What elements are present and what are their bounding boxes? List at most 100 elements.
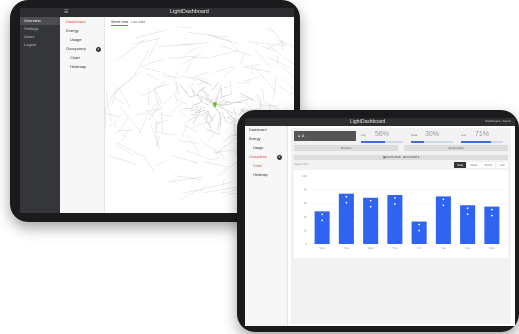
bar-marker: [418, 223, 421, 226]
map-road: [117, 87, 131, 108]
map-road: [269, 26, 285, 46]
app-title: LightDashboard: [350, 119, 386, 125]
nav-item-dashboard[interactable]: Dashboard: [245, 126, 287, 135]
bar[interactable]: [435, 196, 451, 244]
nav-panel: Dashboard Energy Usage Occupancy 6 Chart …: [245, 126, 288, 326]
sidebar-item[interactable]: Overview: [20, 17, 60, 25]
bar[interactable]: [314, 211, 330, 244]
map-road: [183, 124, 198, 133]
map-road: [221, 111, 227, 123]
map-road: [175, 82, 178, 95]
map-road: [207, 132, 216, 143]
tab-year[interactable]: Year: [496, 162, 508, 168]
map-road: [176, 26, 192, 29]
nav-item-chart[interactable]: Chart: [60, 53, 104, 62]
map-location-pin-icon[interactable]: [213, 102, 217, 108]
kpi-progress-fill: [361, 141, 385, 143]
bar[interactable]: [387, 195, 403, 244]
tab-live-data[interactable]: Live data: [131, 20, 145, 24]
map-road: [201, 110, 209, 117]
bar-marker: [490, 214, 493, 217]
menu-icon[interactable]: ☰: [64, 9, 68, 15]
bar-marker: [442, 198, 445, 201]
sidebar-item[interactable]: Settings: [20, 25, 60, 33]
nav-item-occupancy[interactable]: Occupancy 6: [60, 44, 104, 53]
nav-item-dashboard[interactable]: Dashboard: [60, 17, 104, 26]
sidebar: Overview Settings Users Logout: [20, 17, 60, 213]
map-road: [220, 84, 223, 99]
search-input[interactable]: Search floor: [294, 162, 309, 166]
nav-panel: Dashboard Energy Usage Occupancy 6 Chart …: [60, 17, 105, 213]
nav-item-energy[interactable]: Energy: [60, 26, 104, 35]
x-tick-label: Mon: [489, 246, 495, 250]
bar-marker: [393, 203, 396, 205]
map-road: [148, 102, 161, 121]
map-road: [200, 140, 223, 156]
map-road: [160, 95, 173, 107]
map-road: [149, 106, 163, 116]
map-road: [157, 44, 195, 47]
nav-item-occupancy[interactable]: Occupancy 6: [245, 153, 287, 162]
map-road: [116, 141, 144, 158]
map-road: [134, 49, 150, 75]
y-tick-label: 40: [304, 215, 308, 219]
nav-item-heatmap[interactable]: Heatmap: [60, 62, 104, 71]
map-road: [139, 58, 164, 68]
map-road: [146, 108, 162, 112]
date-range-picker[interactable]: ▦ 03.03.2018 - 08.03.2018 ▾: [294, 155, 508, 160]
bar-marker: [369, 199, 372, 202]
map-road: [114, 121, 116, 128]
map-road: [281, 77, 294, 90]
map-road: [144, 68, 161, 72]
tab-month[interactable]: Month: [481, 162, 496, 168]
map-road: [111, 88, 118, 106]
kpi-progress: [411, 141, 453, 143]
map-road: [146, 73, 159, 81]
map-road: [186, 135, 200, 153]
map-road: [198, 86, 206, 92]
all-floors-button[interactable]: All floors: [294, 145, 398, 151]
nav-item-heatmap[interactable]: Heatmap: [245, 171, 287, 180]
bar-marker: [466, 207, 469, 210]
nav-item-usage[interactable]: Usage: [245, 144, 287, 153]
map-road: [156, 132, 175, 136]
map-road: [105, 90, 112, 122]
map-road: [214, 87, 222, 102]
nav-label: Chart: [253, 164, 262, 168]
tab-week[interactable]: Week: [467, 162, 481, 168]
map-road: [192, 111, 201, 124]
filter-bar: Search floor Daily Week Month Year: [294, 162, 508, 168]
sidebar-item[interactable]: Logout: [20, 41, 60, 49]
nav-item-usage[interactable]: Usage: [60, 35, 104, 44]
map-road: [208, 158, 219, 160]
map-road: [188, 86, 197, 94]
map-road: [185, 46, 200, 55]
ground-floor-button[interactable]: Ground floor: [404, 145, 508, 151]
map-road: [232, 108, 237, 116]
bar-marker: [345, 201, 348, 204]
map-road: [115, 38, 147, 61]
map-road: [191, 78, 196, 87]
bar[interactable]: [484, 206, 500, 244]
map-road: [191, 101, 202, 107]
tab-daily[interactable]: Daily: [454, 162, 467, 168]
nav-item-energy[interactable]: Energy: [245, 135, 287, 144]
map-road: [203, 161, 229, 168]
map-road: [243, 100, 251, 109]
bar[interactable]: [338, 193, 354, 244]
floor-buttons: All floors Ground floor: [294, 145, 508, 151]
sidebar-item[interactable]: Users: [20, 33, 60, 41]
map-road: [280, 64, 294, 78]
x-tick-label: Wed: [368, 246, 374, 250]
map-road: [260, 45, 276, 51]
map-road: [220, 93, 232, 98]
map-road: [116, 116, 129, 135]
bar[interactable]: [460, 205, 476, 244]
map-road: [150, 124, 160, 150]
user-menu[interactable]: Dashboard • Admin: [485, 119, 511, 123]
nav-label: Energy: [249, 137, 261, 141]
nav-item-chart[interactable]: Chart: [245, 162, 287, 171]
map-road: [233, 122, 236, 137]
map-road: [250, 65, 254, 76]
bar[interactable]: [363, 197, 379, 244]
